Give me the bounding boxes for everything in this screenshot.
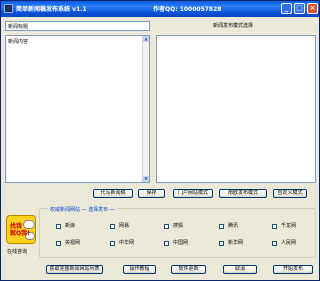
online-consult-logo[interactable]: 找我 就Q我! (6, 215, 36, 244)
cancel-button[interactable]: 取消 (223, 265, 257, 274)
custom-mode-button[interactable]: 自定义模式 (273, 189, 307, 198)
template-panel-header: 新闻发布模式选择 (213, 23, 254, 29)
minimize-button[interactable]: _ (281, 3, 292, 14)
tutorial-button[interactable]: 操作教程 (123, 265, 156, 274)
nanfang-mode-button[interactable]: 南欧发布模式 (219, 189, 267, 198)
online-consult-label[interactable]: 在线咨询 (7, 248, 27, 255)
scroll-down-arrow-icon[interactable]: ▼ (143, 176, 149, 182)
scroll-up-arrow-icon[interactable]: ▲ (143, 36, 149, 42)
news-sites-group-title: 权威新闻网站 — 选择发布 — (48, 206, 117, 213)
news-content-textarea[interactable]: 新闻内容 ▲ ▼ (5, 35, 150, 183)
software-update-button[interactable]: 软件更新 (171, 265, 206, 274)
news-title-input[interactable]: 新闻标题 (5, 21, 150, 31)
close-button[interactable]: × (307, 3, 318, 14)
author-contact: 作者QQ: 1000057828 (153, 6, 222, 13)
proxy-news-button[interactable]: 代写新闻稿 (93, 189, 133, 198)
news-sites-group: 权威新闻网站 — 选择发布 — 新浪 网易 搜狐 腾讯 千龙网 央视网 中华网 … (39, 206, 316, 258)
window-title: 简单新闻稿发布系统 v1.1 (16, 6, 87, 13)
news-title-value: 新闻标题 (8, 24, 29, 30)
publish-button[interactable]: 开始发布 (273, 265, 313, 274)
app-window: 简单新闻稿发布系统 v1.1 作者QQ: 1000057828 _ □ × 新闻… (0, 0, 320, 281)
portal-mode-button[interactable]: 门户网站模式 (173, 189, 213, 198)
fetch-site-list-button[interactable]: 获取完整新闻网站列表 (46, 265, 103, 274)
logo-text: 找我 就Q我! (10, 223, 30, 237)
template-panel[interactable] (156, 35, 316, 183)
maximize-button[interactable]: □ (294, 3, 305, 14)
title-bar[interactable]: 简单新闻稿发布系统 v1.1 作者QQ: 1000057828 _ □ × (1, 1, 319, 17)
app-icon (4, 4, 13, 13)
save-button[interactable]: 保存 (138, 189, 165, 198)
news-content-value: 新闻内容 (8, 39, 29, 45)
content-scrollbar[interactable]: ▲ ▼ (142, 36, 149, 182)
